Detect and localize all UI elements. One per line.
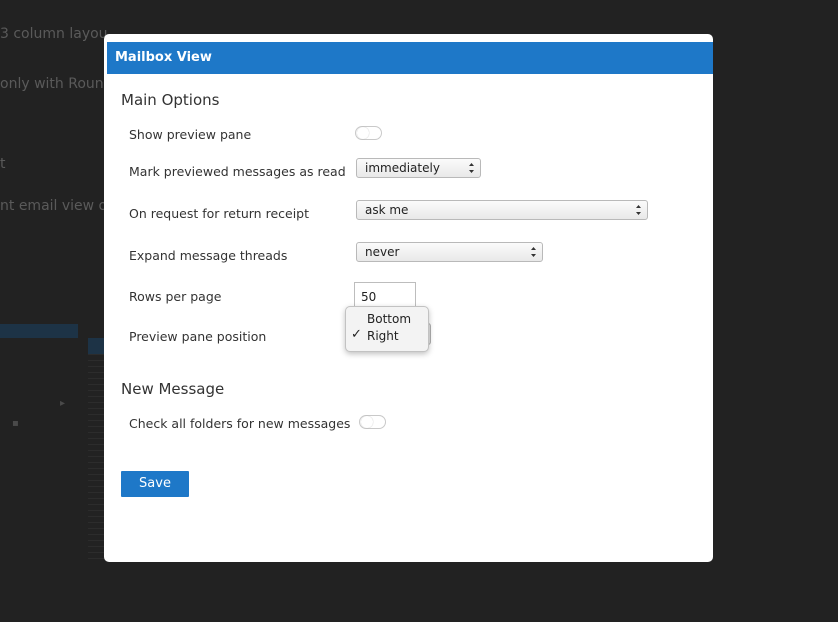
toggle-knob	[357, 127, 369, 139]
bg-text-roundcube: only with Roun	[0, 76, 104, 92]
select-arrows-icon	[469, 163, 474, 173]
mark-read-label: Mark previewed messages as read	[129, 164, 346, 179]
bg-arrow-icon: ▸	[60, 398, 66, 409]
mailbox-view-dialog: Mailbox View Main Options Show preview p…	[104, 34, 713, 562]
checkmark-icon: ✓	[351, 327, 362, 342]
preview-position-label: Preview pane position	[129, 329, 267, 344]
toggle-knob	[361, 416, 373, 428]
check-all-folders-toggle[interactable]	[359, 415, 386, 429]
save-button[interactable]: Save	[121, 471, 189, 497]
expand-threads-label: Expand message threads	[129, 248, 288, 263]
show-preview-label: Show preview pane	[129, 127, 252, 142]
return-receipt-select[interactable]: ask me	[356, 200, 648, 220]
rows-per-page-label: Rows per page	[129, 289, 222, 304]
expand-threads-value: never	[365, 245, 400, 259]
bg-text-fragment: t	[0, 156, 6, 172]
rows-per-page-value: 50	[361, 290, 377, 304]
bg-text-layout: 3 column layou	[0, 26, 108, 42]
show-preview-toggle[interactable]	[355, 126, 382, 140]
check-all-folders-label: Check all folders for new messages	[129, 416, 351, 431]
expand-threads-select[interactable]: never	[356, 242, 543, 262]
bg-text-email-view: nt email view or	[0, 198, 113, 214]
dialog-header: Mailbox View	[107, 42, 713, 74]
select-arrows-icon	[531, 247, 536, 257]
new-message-heading: New Message	[121, 380, 225, 398]
preview-position-dropdown[interactable]: Bottom ✓ Right	[345, 306, 429, 352]
bg-list-lines	[88, 354, 104, 564]
dialog-title: Mailbox View	[115, 50, 212, 65]
return-receipt-label: On request for return receipt	[129, 206, 310, 221]
bg-dot-icon: ▪	[12, 418, 19, 429]
return-receipt-value: ask me	[365, 203, 409, 217]
mark-read-value: immediately	[365, 161, 440, 175]
main-options-heading: Main Options	[121, 91, 220, 109]
mark-read-select[interactable]: immediately	[356, 158, 481, 178]
option-bottom[interactable]: Bottom	[367, 312, 411, 326]
option-right[interactable]: Right	[367, 329, 399, 343]
bg-selected-bar	[0, 324, 78, 338]
select-arrows-icon	[636, 205, 641, 215]
